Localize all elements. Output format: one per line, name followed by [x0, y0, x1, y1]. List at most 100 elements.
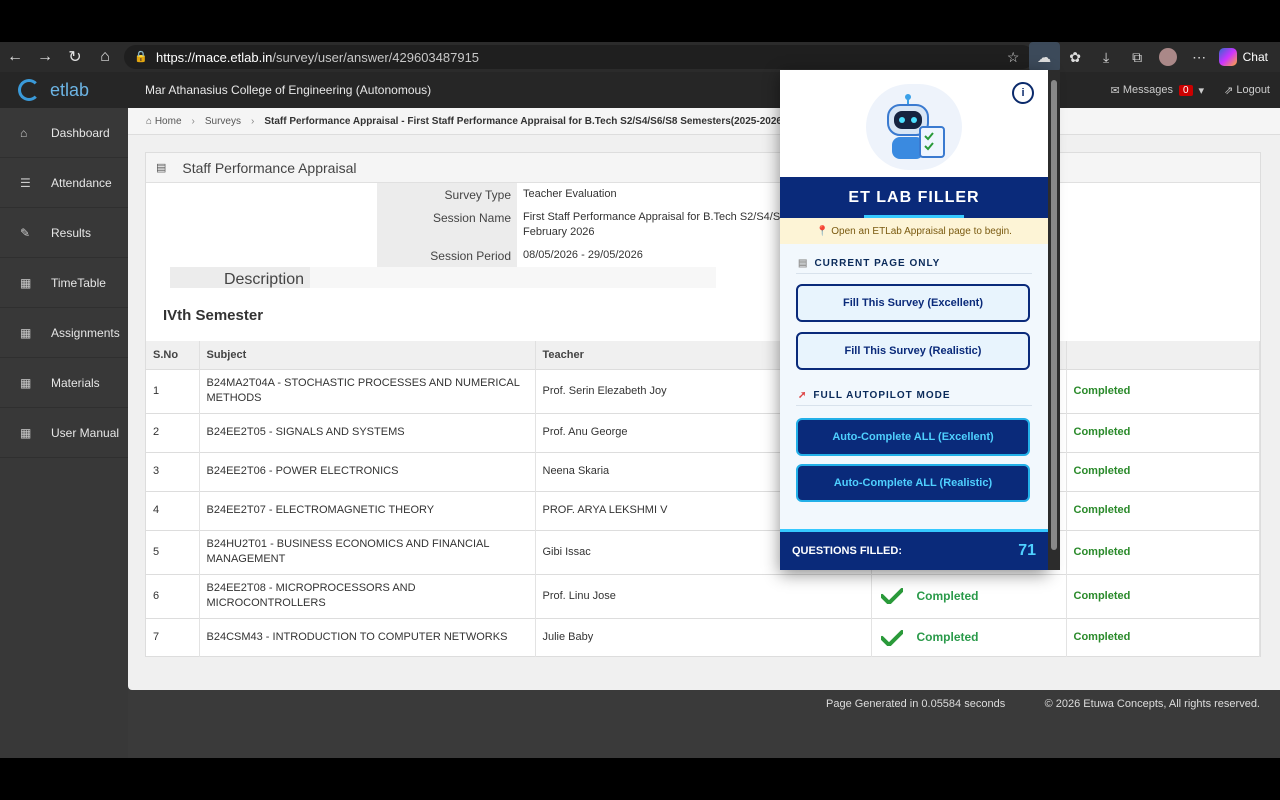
sidebar-item-timetable[interactable]: ▦ TimeTable: [0, 258, 128, 308]
table-row[interactable]: 7 B24CSM43 - INTRODUCTION TO COMPUTER NE…: [146, 617, 1260, 657]
chat-button[interactable]: Chat: [1215, 48, 1280, 66]
description-row: Description: [170, 267, 716, 288]
sidebar-item-assignments[interactable]: ▦ Assignments: [0, 308, 128, 358]
edit-icon: ✎: [20, 225, 31, 240]
sidebar-item-label: TimeTable: [51, 275, 106, 290]
extension-active-icon[interactable]: ☁: [1028, 42, 1060, 72]
browser-window: ← → ↻ ⌂ 🔒 https://mace.etlab.in/survey/u…: [0, 42, 1280, 758]
copyright-text: © 2026 Etuwa Concepts, All rights reserv…: [1044, 698, 1260, 710]
etlab-logo-icon: [18, 79, 40, 101]
forward-icon[interactable]: →: [30, 42, 60, 72]
table-row[interactable]: 4 B24EE2T07 - ELECTROMAGNETIC THEORY PRO…: [146, 490, 1260, 530]
table-row[interactable]: 5 B24HU2T01 - BUSINESS ECONOMICS AND FIN…: [146, 529, 1260, 574]
sidebar-item-label: Attendance: [51, 175, 112, 190]
address-bar[interactable]: 🔒 https://mace.etlab.in/survey/user/answ…: [124, 45, 1034, 69]
cell-final-status: Completed: [1066, 368, 1260, 413]
cell-subject: B24EE2T07 - ELECTROMAGNETIC THEORY: [199, 490, 536, 530]
survey-type-label: Survey Type: [377, 183, 517, 206]
title-underline: [864, 215, 964, 218]
cell-subject: B24EE2T08 - MICROPROCESSORS AND MICROCON…: [199, 573, 536, 618]
checkmark-icon: [880, 588, 903, 604]
sidebar-item-user-manual[interactable]: ▦ User Manual: [0, 408, 128, 458]
auto-excellent-button[interactable]: Auto-Complete ALL (Excellent): [796, 418, 1030, 456]
survey-info: Survey Type Teacher Evaluation Session N…: [377, 183, 847, 267]
popup-title-text: ET LAB FILLER: [848, 189, 980, 206]
table-row[interactable]: 1 B24MA2T04A - STOCHASTIC PROCESSES AND …: [146, 368, 1260, 413]
site-header: etlab Mar Athanasius College of Engineer…: [0, 72, 1280, 108]
url-host: https://mace.etlab.in: [156, 49, 273, 65]
college-name: Mar Athanasius College of Engineering (A…: [145, 83, 432, 97]
collections-icon[interactable]: ⧉: [1122, 42, 1153, 72]
table-row[interactable]: 3 B24EE2T06 - POWER ELECTRONICS Neena Sk…: [146, 451, 1260, 491]
messages-button[interactable]: ✉ Messages 0 ▾: [1101, 78, 1215, 102]
grid-icon: ▦: [20, 425, 32, 440]
mail-icon: ✉: [1110, 84, 1123, 97]
profile-avatar[interactable]: [1153, 42, 1184, 72]
semester-title: IVth Semester: [163, 307, 264, 324]
robot-mascot-icon: [866, 84, 962, 170]
favorite-icon[interactable]: ☆: [998, 42, 1029, 72]
messages-label: Messages: [1122, 84, 1173, 96]
copilot-icon: [1218, 48, 1237, 66]
downloads-icon[interactable]: ⤓: [1091, 42, 1122, 72]
avatar: [1159, 48, 1178, 66]
extension-popup: i ET LAB FILLER 📍 Open an ETLab Appraisa…: [780, 70, 1048, 570]
chat-label: Chat: [1242, 50, 1268, 64]
back-icon[interactable]: ←: [0, 42, 30, 72]
sidebar-item-attendance[interactable]: ☰ Attendance: [0, 158, 128, 208]
col-sno: S.No: [146, 341, 200, 369]
logout-label: Logout: [1236, 84, 1270, 96]
popup-scrollbar[interactable]: [1048, 70, 1060, 570]
cell-final-status: Completed: [1066, 490, 1260, 530]
session-name-label: Session Name: [377, 206, 517, 244]
extensions-icon[interactable]: ✿: [1060, 42, 1091, 72]
sidebar: ⌂ Dashboard ☰ Attendance ✎ Results ▦ TimeTab…: [0, 108, 128, 758]
auto-realistic-button[interactable]: Auto-Complete ALL (Realistic): [796, 464, 1030, 502]
sidebar-item-dashboard[interactable]: ⌂ Dashboard: [0, 108, 128, 158]
main-content: ⌂ Home › Surveys › Staff Performance App…: [128, 108, 1280, 690]
breadcrumb-surveys[interactable]: Surveys: [205, 116, 241, 127]
page-icon: ▤: [798, 258, 809, 269]
status-label: Completed: [916, 588, 979, 603]
cell-sno: 2: [146, 412, 200, 452]
browser-toolbar: ← → ↻ ⌂ 🔒 https://mace.etlab.in/survey/u…: [0, 42, 1280, 72]
sidebar-item-results[interactable]: ✎ Results: [0, 208, 128, 258]
scrollbar-thumb[interactable]: [1051, 80, 1057, 550]
list-icon: ☰: [20, 175, 31, 190]
sidebar-item-label: User Manual: [51, 425, 120, 440]
current-page-section: ▤ CURRENT PAGE ONLY: [796, 244, 1032, 274]
breadcrumb-current: Staff Performance Appraisal - First Staf…: [264, 115, 820, 127]
cell-teacher: Julie Baby: [535, 617, 872, 657]
session-name-line2: February 2026: [523, 226, 595, 238]
breadcrumb-home[interactable]: Home: [155, 116, 182, 127]
cell-sno: 5: [146, 529, 200, 574]
page-generated-text: Page Generated in 0.05584 seconds: [826, 698, 1006, 710]
cell-final-status: Completed: [1066, 529, 1260, 574]
cell-status: Completed: [871, 617, 1067, 657]
fill-realistic-button[interactable]: Fill This Survey (Realistic): [796, 332, 1030, 370]
autopilot-label: FULL AUTOPILOT MODE: [813, 390, 951, 401]
logout-button[interactable]: ⇗ Logout: [1214, 78, 1280, 102]
sidebar-item-materials[interactable]: ▦ Materials: [0, 358, 128, 408]
table-row[interactable]: 6 B24EE2T08 - MICROPROCESSORS AND MICROC…: [146, 573, 1260, 618]
popup-notice: 📍 Open an ETLab Appraisal page to begin.: [780, 218, 1048, 244]
cell-status: Completed: [871, 573, 1067, 618]
home-icon: ⌂: [146, 115, 155, 127]
col-subject: Subject: [199, 341, 536, 369]
reload-icon[interactable]: ↻: [60, 42, 90, 72]
more-icon[interactable]: ⋯: [1184, 42, 1215, 72]
cell-final-status: Completed: [1066, 412, 1260, 452]
home-icon[interactable]: ⌂: [90, 42, 120, 72]
fill-excellent-button[interactable]: Fill This Survey (Excellent): [796, 284, 1030, 322]
popup-body: ▤ CURRENT PAGE ONLY Fill This Survey (Exc…: [780, 244, 1048, 554]
document-icon: ▤: [156, 162, 167, 174]
checkmark-icon: [880, 629, 903, 646]
subjects-table: S.No Subject Teacher 1 B24MA2T04A - STOC…: [146, 341, 1260, 657]
info-button[interactable]: i: [1012, 82, 1034, 104]
table-row[interactable]: 2 B24EE2T05 - SIGNALS AND SYSTEMS Prof. …: [146, 412, 1260, 452]
cell-sno: 4: [146, 490, 200, 530]
cell-final-status: Completed: [1066, 451, 1260, 491]
current-page-label: CURRENT PAGE ONLY: [814, 258, 941, 269]
site-info-icon[interactable]: 🔒: [134, 50, 148, 64]
brand-logo[interactable]: etlab: [0, 79, 128, 101]
